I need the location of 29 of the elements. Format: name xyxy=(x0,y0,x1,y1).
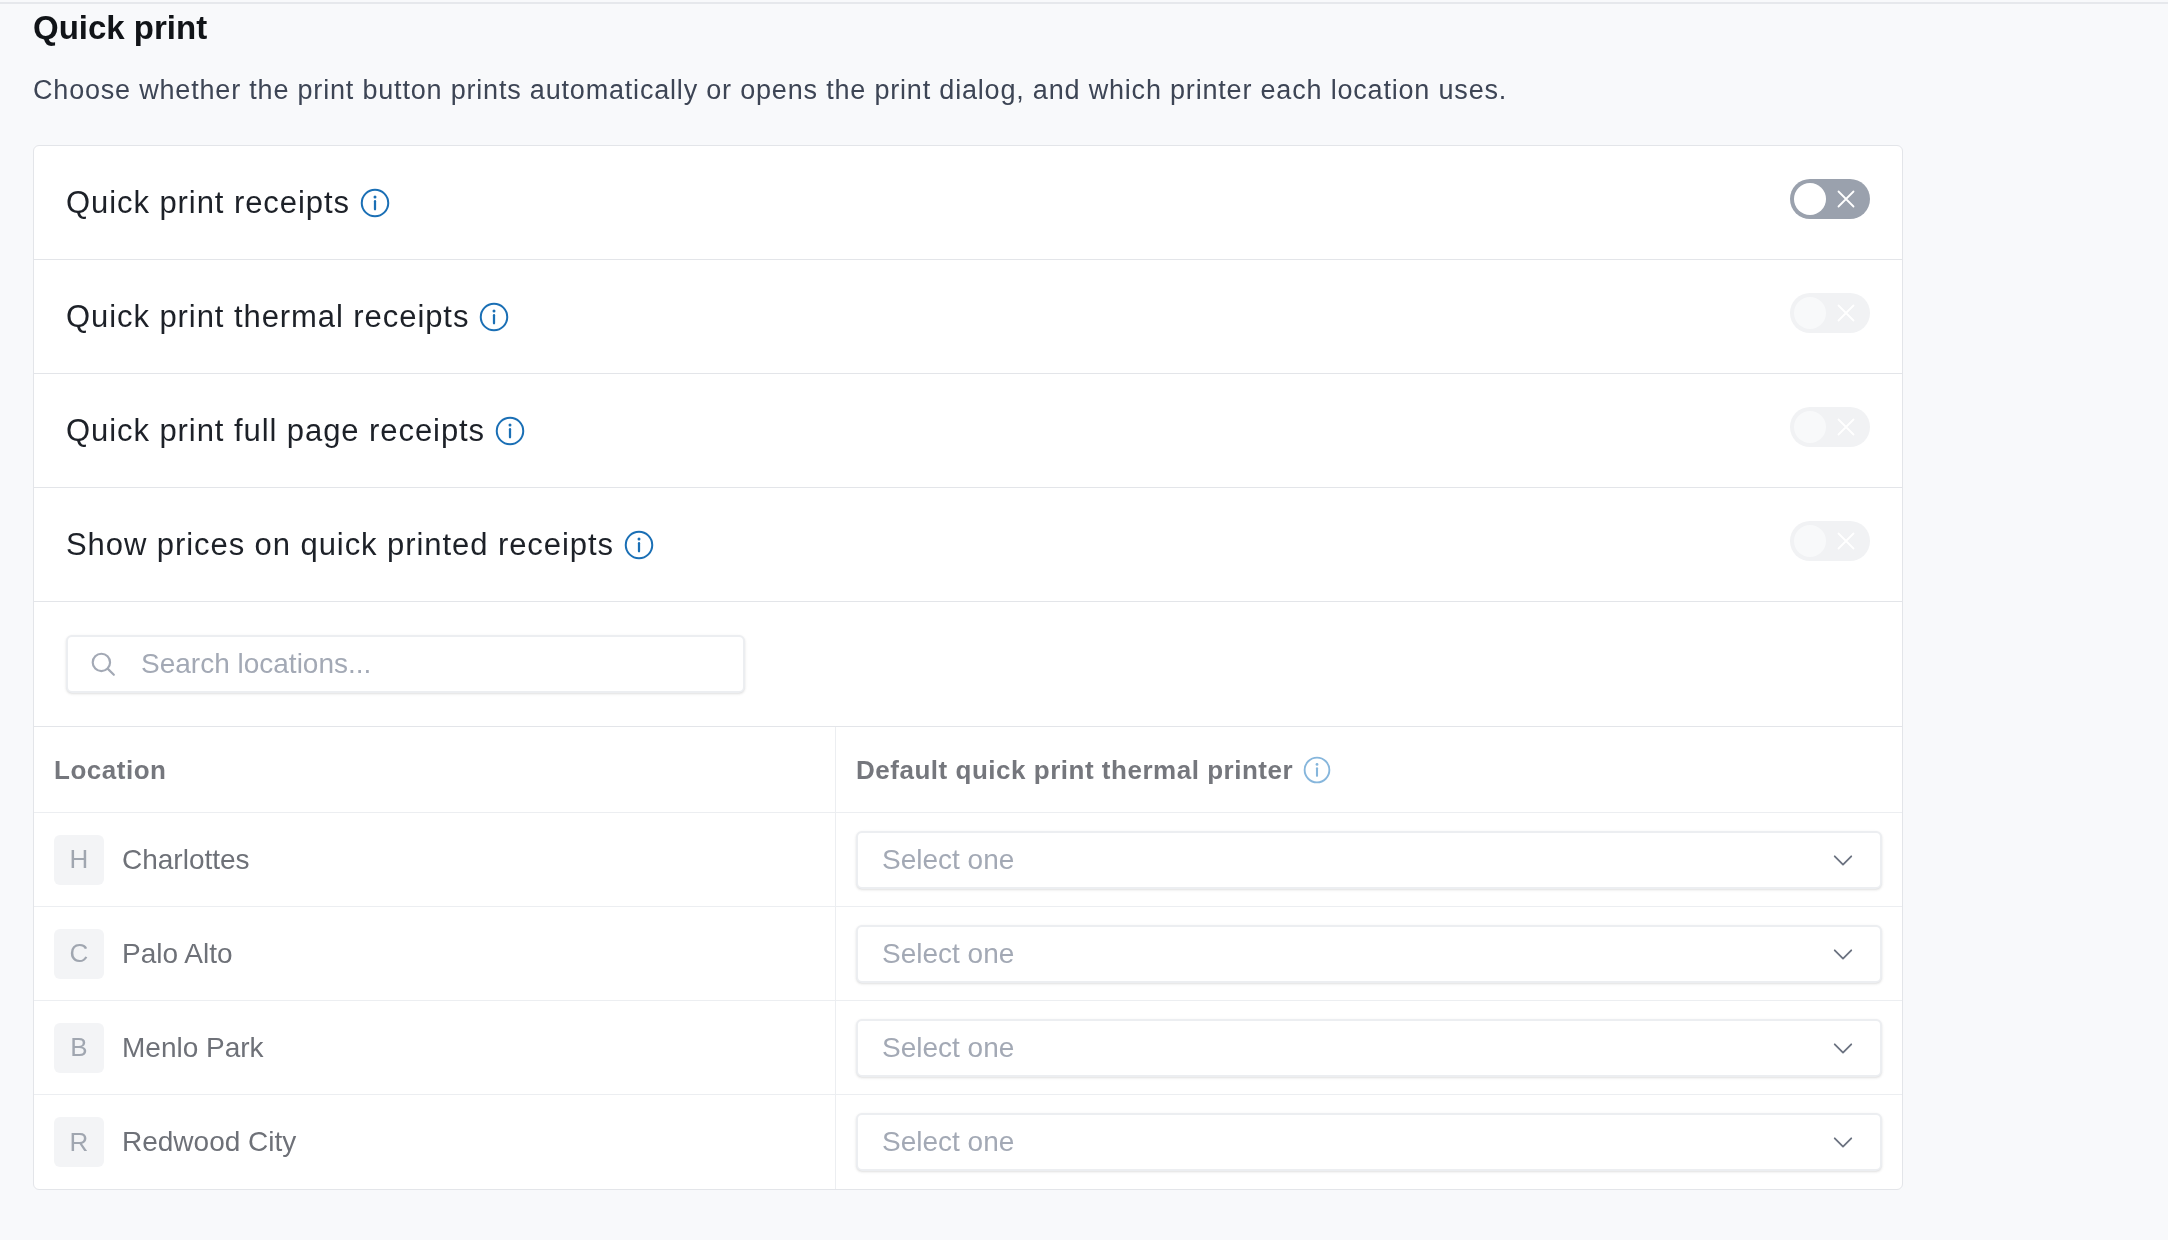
search-icon xyxy=(90,651,116,677)
info-icon[interactable] xyxy=(479,301,510,332)
location-name: Menlo Park xyxy=(122,1030,264,1065)
section-description: Choose whether the print button prints automatically or opens the print dialog, and which printer each location uses. xyxy=(33,74,1509,107)
location-avatar: C xyxy=(54,928,104,979)
info-icon[interactable] xyxy=(495,415,526,446)
printer-select[interactable]: Select one xyxy=(856,924,1882,983)
column-header: Default quick print thermal printer xyxy=(856,753,1294,786)
search-field[interactable]: Search locations... xyxy=(66,635,745,693)
info-icon[interactable] xyxy=(1303,755,1332,784)
location-name: Charlottes xyxy=(122,842,250,877)
x-mark-icon xyxy=(1837,189,1855,208)
printer-select[interactable]: Select one xyxy=(856,1113,1882,1171)
setting-label: Show prices on quick printed receipts xyxy=(66,525,614,564)
column-header: Location xyxy=(54,753,167,786)
toggle-switch[interactable] xyxy=(1790,178,1870,219)
location-avatar: R xyxy=(54,1117,104,1167)
setting-label: Quick print full page receipts xyxy=(66,411,486,450)
section-title: Quick print xyxy=(33,8,209,48)
setting-label: Quick print receipts xyxy=(66,183,350,222)
info-icon[interactable] xyxy=(359,187,390,218)
location-name: Redwood City xyxy=(122,1125,297,1159)
printer-select[interactable]: Select one xyxy=(856,830,1882,889)
location-name: Palo Alto xyxy=(122,936,233,971)
setting-label: Quick print thermal receipts xyxy=(66,297,470,336)
info-icon[interactable] xyxy=(623,529,654,560)
printer-select[interactable]: Select one xyxy=(856,1018,1882,1077)
location-avatar: B xyxy=(54,1022,104,1073)
location-avatar: H xyxy=(54,834,104,885)
